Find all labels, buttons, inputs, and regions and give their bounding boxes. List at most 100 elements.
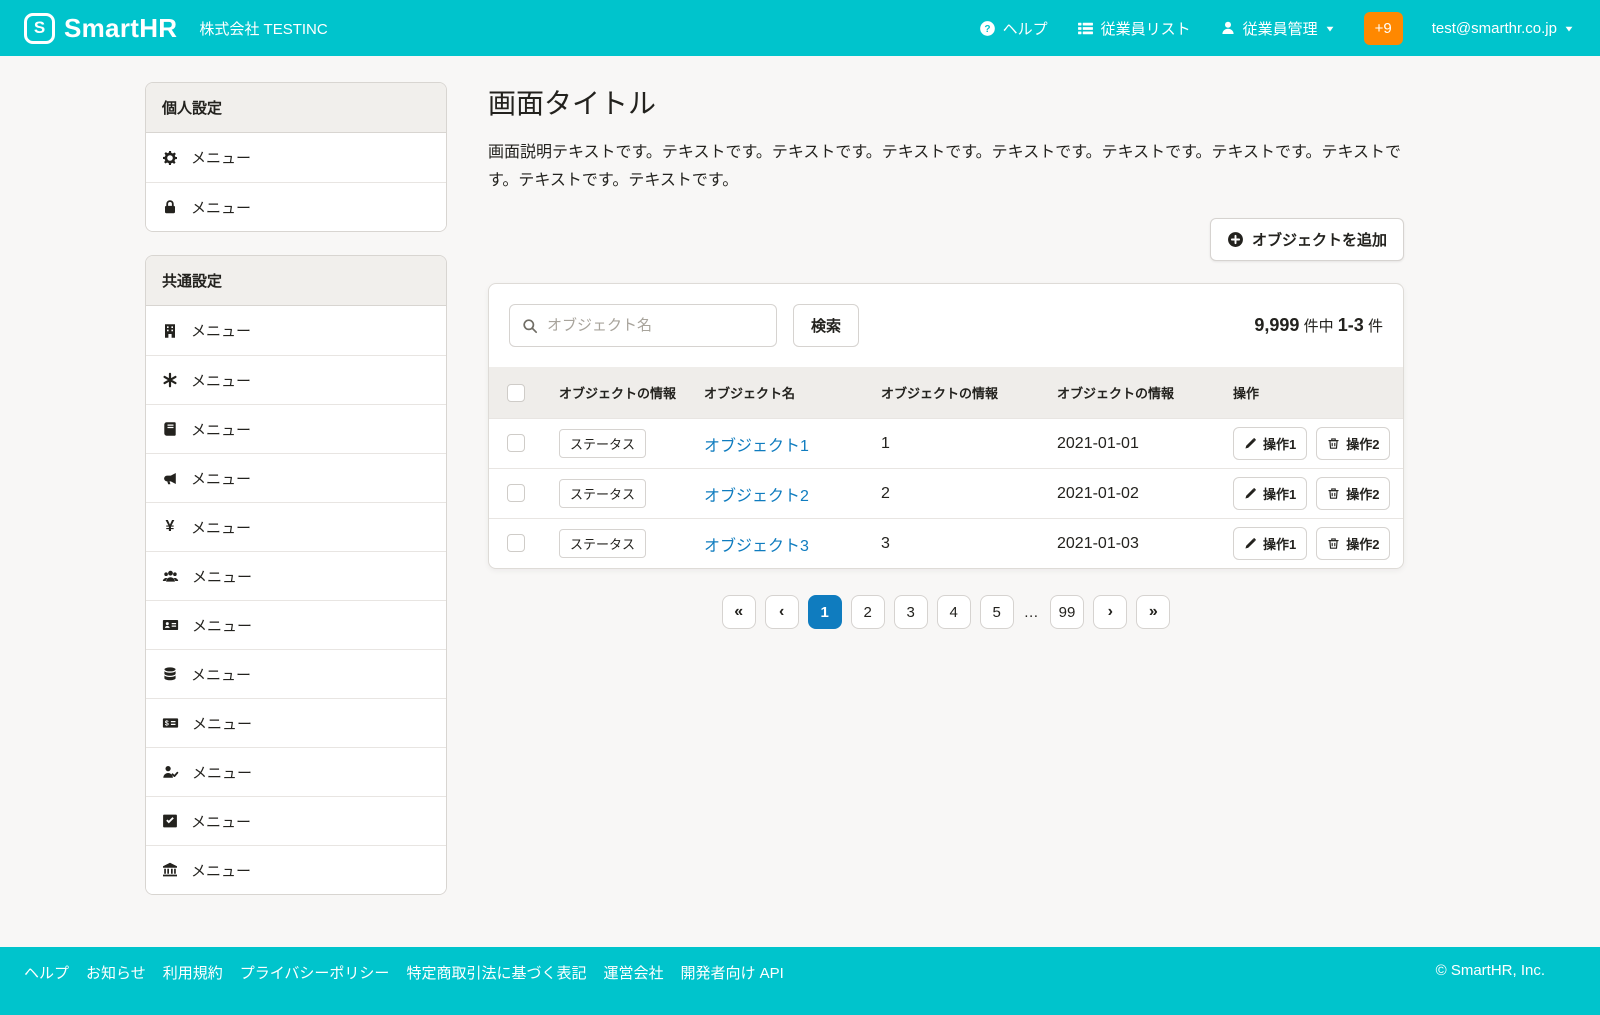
trash-icon (1327, 537, 1340, 550)
object-link[interactable]: オブジェクト1 (704, 438, 809, 455)
svg-text:?: ? (984, 23, 990, 34)
sidebar-item[interactable]: メニュー (146, 182, 446, 231)
sidebar-item-label: メニュー (191, 419, 251, 440)
table-row: ステータスオブジェクト332021-01-03操作1操作2 (489, 519, 1403, 569)
smarthr-logo[interactable]: S SmartHR (24, 13, 177, 44)
sidebar-item-label: メニュー (191, 860, 251, 881)
result-count: 9,999 件中 1-3 件 (1254, 315, 1383, 336)
footer-links: ヘルプお知らせ利用規約プライバシーポリシー特定商取引法に基づく表記運営会社開発者… (24, 962, 784, 983)
table-head: オブジェクトの情報オブジェクト名オブジェクトの情報オブジェクトの情報操作 (489, 367, 1403, 419)
pagination-page-button[interactable]: 4 (937, 595, 971, 629)
notification-badge[interactable]: +9 (1364, 12, 1403, 45)
yen-icon: ¥ (162, 519, 178, 535)
edit-action-button[interactable]: 操作1 (1233, 427, 1307, 460)
caret-down-icon (1564, 24, 1574, 33)
sidebar-item[interactable]: ¥ メニュー (146, 502, 446, 551)
footer-link[interactable]: プライバシーポリシー (240, 962, 390, 983)
sidebar-item[interactable]: メニュー (146, 306, 446, 355)
user-check-icon (162, 764, 179, 780)
row-checkbox[interactable] (507, 434, 525, 452)
sidebar-item-label: メニュー (192, 615, 252, 636)
sidebar-item[interactable]: メニュー (146, 551, 446, 600)
pagination-last-page-button[interactable]: 99 (1050, 595, 1085, 629)
pagination-prev-button[interactable]: ‹ (765, 595, 799, 629)
account-menu[interactable]: test@smarthr.co.jp (1432, 20, 1574, 37)
sidebar-section-title: 共通設定 (146, 256, 446, 306)
add-object-button[interactable]: オブジェクトを追加 (1210, 218, 1404, 261)
edit-action-button[interactable]: 操作1 (1233, 527, 1307, 560)
pagination-next-button[interactable]: › (1093, 595, 1127, 629)
row-actions: 操作1 操作2 (1233, 527, 1395, 560)
app-footer: ヘルプお知らせ利用規約プライバシーポリシー特定商取引法に基づく表記運営会社開発者… (0, 947, 1600, 1015)
nav-help[interactable]: ? ヘルプ (979, 18, 1048, 39)
page-title: 画面タイトル (488, 82, 1404, 122)
pagination-page-button[interactable]: 1 (808, 595, 842, 629)
id-card-icon (162, 617, 179, 633)
sidebar-item[interactable]: メニュー (146, 453, 446, 502)
object-link[interactable]: オブジェクト3 (704, 538, 809, 555)
result-count-range: 1-3 (1338, 315, 1364, 335)
card-toolbar: 検索 9,999 件中 1-3 件 (489, 284, 1403, 367)
select-all-checkbox[interactable] (507, 384, 525, 402)
search-input[interactable] (547, 317, 764, 334)
sidebar-item[interactable]: メニュー (146, 747, 446, 796)
row-checkbox[interactable] (507, 484, 525, 502)
sidebar-item[interactable]: メニュー (146, 600, 446, 649)
pagination-page-button[interactable]: 2 (851, 595, 885, 629)
edit-action-button[interactable]: 操作1 (1233, 477, 1307, 510)
nav-user[interactable]: 従業員管理 (1220, 18, 1335, 39)
trash-icon (1327, 437, 1340, 450)
app-header: S SmartHR 株式会社 TESTINC ?ヘルプ従業員リスト従業員管理+9… (0, 0, 1600, 56)
sidebar-item[interactable]: メニュー (146, 796, 446, 845)
footer-link[interactable]: ヘルプ (24, 962, 69, 983)
sidebar-item[interactable]: メニュー (146, 845, 446, 894)
pencil-icon (1244, 537, 1257, 550)
sidebar-section-title: 個人設定 (146, 83, 446, 133)
sidebar-item[interactable]: メニュー (146, 649, 446, 698)
pagination-last-button[interactable]: » (1136, 595, 1170, 629)
sidebar-item[interactable]: $メニュー (146, 698, 446, 747)
footer-link[interactable]: 開発者向け API (680, 962, 783, 983)
sidebar-item-label: メニュー (192, 566, 252, 587)
trash-icon (1327, 487, 1340, 500)
sidebar-item-label: メニュー (191, 517, 251, 538)
nav-list[interactable]: 従業員リスト (1077, 18, 1191, 39)
delete-action-button[interactable]: 操作2 (1316, 527, 1390, 560)
footer-link[interactable]: 利用規約 (163, 962, 223, 983)
row-checkbox[interactable] (507, 534, 525, 552)
pagination-page-button[interactable]: 5 (980, 595, 1014, 629)
sidebar-item[interactable]: メニュー (146, 355, 446, 404)
delete-action-button[interactable]: 操作2 (1316, 427, 1390, 460)
object-info-cell: 3 (865, 519, 1041, 569)
table-header-row: オブジェクトの情報オブジェクト名オブジェクトの情報オブジェクトの情報操作 (489, 367, 1403, 419)
database-icon (162, 666, 178, 682)
object-info-cell: 2 (865, 469, 1041, 519)
column-header: オブジェクトの情報 (543, 367, 688, 419)
sidebar-section: 個人設定メニューメニュー (145, 82, 447, 232)
footer-link[interactable]: お知らせ (86, 962, 146, 983)
sidebar-item[interactable]: メニュー (146, 404, 446, 453)
footer-link[interactable]: 運営会社 (603, 962, 663, 983)
sidebar-item-label: メニュー (192, 713, 252, 734)
column-header: オブジェクトの情報 (1041, 367, 1217, 419)
sidebar-item[interactable]: メニュー (146, 133, 446, 182)
object-list-card: 検索 9,999 件中 1-3 件 オブジェクトの情報オブジェクト名オブジェクト… (488, 283, 1404, 569)
logo-text: SmartHR (64, 13, 177, 44)
page-layout: 個人設定メニューメニュー共通設定メニューメニューメニューメニュー¥メニューメニュ… (0, 56, 1600, 947)
copyright: © SmartHR, Inc. (1436, 962, 1545, 979)
pagination-first-button[interactable]: « (722, 595, 756, 629)
delete-action-button[interactable]: 操作2 (1316, 477, 1390, 510)
table-row: ステータスオブジェクト112021-01-01操作1操作2 (489, 419, 1403, 469)
table-row: ステータスオブジェクト222021-01-02操作1操作2 (489, 469, 1403, 519)
footer-link[interactable]: 特定商取引法に基づく表記 (406, 962, 586, 983)
status-badge: ステータス (559, 479, 646, 508)
result-count-total: 9,999 (1254, 315, 1299, 335)
object-link[interactable]: オブジェクト2 (704, 488, 809, 505)
table-body: ステータスオブジェクト112021-01-01操作1操作2ステータスオブジェクト… (489, 419, 1403, 569)
pagination-page-button[interactable]: 3 (894, 595, 928, 629)
smarthr-logo-icon: S (24, 13, 55, 44)
nav-label: ヘルプ (1003, 18, 1048, 39)
status-badge: ステータス (559, 429, 646, 458)
pencil-icon (1244, 487, 1257, 500)
search-button[interactable]: 検索 (793, 304, 859, 347)
